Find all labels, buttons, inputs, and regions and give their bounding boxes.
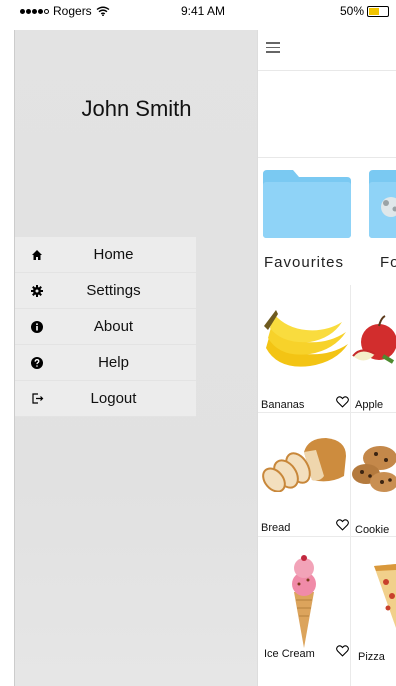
menu-item-label: Home [93, 246, 134, 263]
pizza-image[interactable] [370, 562, 396, 632]
menu-item-label: Settings [86, 282, 141, 299]
gear-icon [15, 284, 59, 297]
heart-icon[interactable] [336, 645, 349, 657]
cookie-image[interactable] [352, 440, 396, 496]
menu-item-settings[interactable]: Settings [15, 273, 196, 309]
folder-icon[interactable] [369, 170, 396, 238]
grid-divider [258, 412, 396, 413]
food-label-ice-cream: Ice Cream [264, 648, 315, 660]
carrier-label: Rogers [53, 4, 92, 18]
wifi-icon [96, 6, 110, 16]
folder-label-favourites[interactable]: Favourites [264, 254, 344, 271]
status-time: 9:41 AM [181, 4, 226, 18]
menu-item-about[interactable]: About [15, 309, 196, 345]
food-label-apple: Apple [355, 399, 384, 411]
signal-icon [20, 8, 49, 14]
user-name: John Smith [81, 96, 192, 121]
menu-item-label: Help [98, 354, 129, 371]
grid-divider [258, 536, 396, 537]
folders-divider [258, 157, 396, 158]
home-icon [15, 249, 59, 261]
menu-item-logout[interactable]: Logout [15, 381, 196, 417]
food-label-cookie: Cookie [355, 524, 390, 536]
folder-label-other[interactable]: Fo [380, 254, 396, 271]
header-divider [258, 70, 396, 71]
menu-item-label: Logout [90, 390, 137, 407]
logout-icon [15, 392, 59, 405]
menu-item-label: About [93, 318, 134, 335]
hamburger-menu-icon[interactable] [266, 42, 280, 56]
bananas-image[interactable] [260, 304, 350, 374]
ice-cream-image[interactable] [284, 554, 324, 650]
menu-item-home[interactable]: Home [15, 237, 196, 273]
favourites-folder-icon[interactable] [263, 170, 351, 238]
battery-percent: 50% [340, 4, 365, 18]
bread-image[interactable] [260, 432, 348, 492]
food-label-pizza: Pizza [358, 651, 385, 663]
food-label-bananas: Bananas [261, 399, 305, 411]
battery-icon [367, 5, 390, 17]
status-left: Rogers [20, 4, 110, 18]
heart-icon[interactable] [336, 519, 349, 531]
food-label-bread: Bread [261, 522, 291, 534]
help-icon [15, 356, 59, 369]
drawer-menu: Home Settings About Help Logout [15, 237, 196, 417]
info-icon [15, 320, 59, 333]
status-bar: Rogers 9:41 AM 50% [0, 0, 396, 30]
menu-item-help[interactable]: Help [15, 345, 196, 381]
battery-status: 50% [340, 4, 390, 18]
main-content: Favourites Fo Bananas Apple Bread [257, 20, 396, 686]
side-drawer: John Smith Home Settings About Help Logo… [14, 20, 257, 686]
apple-image[interactable] [351, 312, 396, 368]
heart-icon[interactable] [336, 396, 349, 408]
